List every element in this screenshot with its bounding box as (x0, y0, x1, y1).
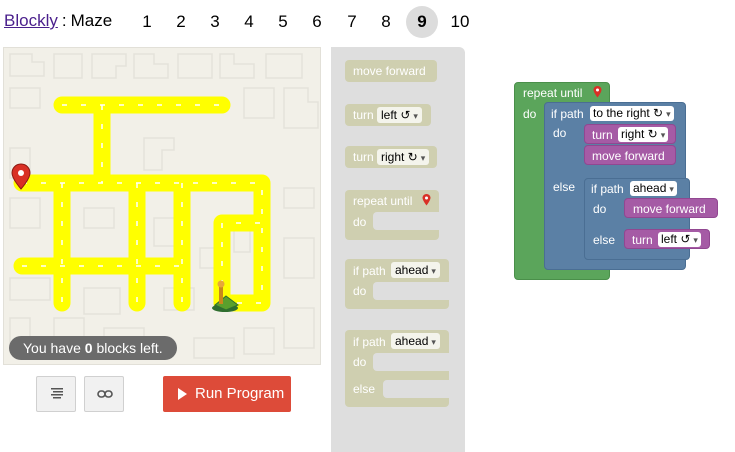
dropdown-arrow-icon: ▾ (431, 337, 436, 347)
toolbox-turn-right-value: right ↻ (381, 150, 418, 164)
repeat-until-label: repeat until (523, 86, 583, 100)
level-8[interactable]: 8 (370, 6, 402, 38)
toolbox-if-else-value: ahead (395, 334, 429, 348)
toolbox-flyout: move forward turn left ↺ ▾ turn right ↻ ▾ … (331, 47, 465, 452)
run-program-label: Run Program (195, 385, 285, 402)
toolbox-if-else-dropdown[interactable]: ahead ▾ (391, 333, 440, 349)
blocks-left-counter: You have 0 blocks left. (9, 336, 177, 360)
toolbox-repeat-until-label: repeat until (353, 194, 413, 208)
toolbox-if-path-dropdown[interactable]: ahead ▾ (391, 262, 440, 278)
if-path-ahead-value: ahead (633, 181, 667, 195)
app-name: Maze (70, 11, 113, 30)
toolbox-turn-right-label: turn (353, 150, 374, 164)
level-9[interactable]: 9 (406, 6, 438, 38)
toolbox-if-path-value: ahead (395, 263, 429, 277)
blocks-left-count: 0 (84, 340, 93, 356)
level-4[interactable]: 4 (233, 6, 265, 38)
brand: Blockly: Maze (4, 11, 112, 31)
move-forward-label-1: move forward (592, 149, 665, 163)
toolbox-if-else-do-label: do (353, 355, 367, 369)
move-forward-label-2: move forward (633, 202, 706, 216)
toolbox-repeat-do-label: do (353, 215, 367, 229)
toolbox-turn-right-dropdown[interactable]: right ↻ ▾ (377, 149, 430, 165)
toolbox-if-path-block[interactable]: if path ahead ▾ do (345, 259, 449, 309)
statement-slot (373, 353, 449, 371)
if-path-right-dropdown[interactable]: to the right ↻ ▾ (590, 106, 674, 121)
link-button[interactable] (84, 376, 124, 412)
toolbox-if-else-label: if path (353, 335, 386, 349)
play-icon (178, 388, 187, 400)
statement-slot (373, 212, 439, 230)
toolbox-move-forward-label: move forward (353, 64, 426, 78)
move-forward-block-2[interactable]: move forward (624, 198, 718, 218)
level-6[interactable]: 6 (301, 6, 333, 38)
run-program-button[interactable]: Run Program (163, 376, 291, 412)
if-path-right-do-label: do (553, 126, 567, 140)
toolbox-turn-left-label: turn (353, 108, 374, 122)
link-icon (97, 390, 113, 398)
toolbox-turn-left-block[interactable]: turn left ↺ ▾ (345, 104, 431, 126)
toolbox-turn-right-block[interactable]: turn right ↻ ▾ (345, 146, 437, 168)
level-10[interactable]: 10 (444, 6, 476, 38)
if-path-right-else-label: else (553, 180, 576, 194)
level-3[interactable]: 3 (199, 6, 231, 38)
toolbox-repeat-until-block[interactable]: repeat until do (345, 190, 439, 240)
if-path-right-label: if path (551, 107, 584, 121)
if-path-ahead-do-label: do (593, 202, 607, 216)
move-forward-block-1[interactable]: move forward (584, 145, 676, 165)
dropdown-arrow-icon: ▾ (693, 235, 698, 245)
dropdown-arrow-icon: ▾ (420, 153, 426, 163)
toolbox-if-path-label: if path (353, 264, 386, 278)
maze-path (13, 96, 271, 312)
if-path-right-value: to the right ↻ (593, 106, 664, 120)
if-path-ahead-else-label: else (593, 233, 616, 247)
toolbox-move-forward-block[interactable]: move forward (345, 60, 437, 82)
turn-right-label: turn (592, 128, 613, 142)
goal-marker-icon (593, 86, 602, 98)
level-5[interactable]: 5 (267, 6, 299, 38)
turn-left-value: left ↺ (661, 232, 691, 246)
toolbox-turn-left-dropdown[interactable]: left ↺ ▾ (377, 107, 422, 123)
dropdown-arrow-icon: ▾ (413, 111, 418, 121)
goal-marker-icon (422, 194, 431, 206)
toolbox-if-else-else-label: else (353, 382, 376, 396)
turn-left-dropdown[interactable]: left ↺ ▾ (658, 232, 701, 247)
toolbox-if-do-label: do (353, 284, 367, 298)
toolbox-if-else-block[interactable]: if path ahead ▾ do else (345, 330, 449, 407)
dropdown-arrow-icon: ▾ (660, 130, 666, 140)
if-path-ahead-dropdown[interactable]: ahead ▾ (630, 181, 677, 196)
blocks-left-prefix: You have (23, 340, 85, 356)
level-2[interactable]: 2 (165, 6, 197, 38)
maze-graphic (9, 53, 319, 359)
turn-right-block[interactable]: turn right ↻ ▾ (584, 124, 676, 144)
dropdown-arrow-icon: ▾ (666, 109, 671, 119)
if-path-ahead-label: if path (591, 182, 624, 196)
dropdown-arrow-icon: ▾ (669, 184, 674, 194)
turn-right-dropdown[interactable]: right ↻ ▾ (618, 127, 669, 142)
toolbox-turn-left-value: left ↺ (381, 108, 411, 122)
statement-slot (383, 380, 449, 398)
blockly-link[interactable]: Blockly (4, 11, 58, 30)
turn-left-label: turn (632, 233, 653, 247)
maze-board (3, 47, 321, 365)
turn-left-block[interactable]: turn left ↺ ▾ (624, 229, 710, 249)
header: Blockly: Maze 1 2 3 4 5 6 7 8 9 10 (0, 0, 735, 44)
brand-separator: : (61, 11, 67, 30)
repeat-do-label: do (523, 107, 537, 121)
blocks-left-suffix: blocks left. (92, 340, 163, 356)
program-workspace: repeat until do if path to the right ↻ ▾ … (514, 82, 718, 282)
code-icon (51, 388, 63, 399)
level-1[interactable]: 1 (131, 6, 163, 38)
dropdown-arrow-icon: ▾ (431, 266, 436, 276)
show-code-button[interactable] (36, 376, 76, 412)
maze-app: Blockly: Maze 1 2 3 4 5 6 7 8 9 10 You h… (0, 0, 735, 452)
statement-slot (373, 282, 449, 300)
turn-right-value: right ↻ (621, 127, 658, 141)
level-7[interactable]: 7 (336, 6, 368, 38)
